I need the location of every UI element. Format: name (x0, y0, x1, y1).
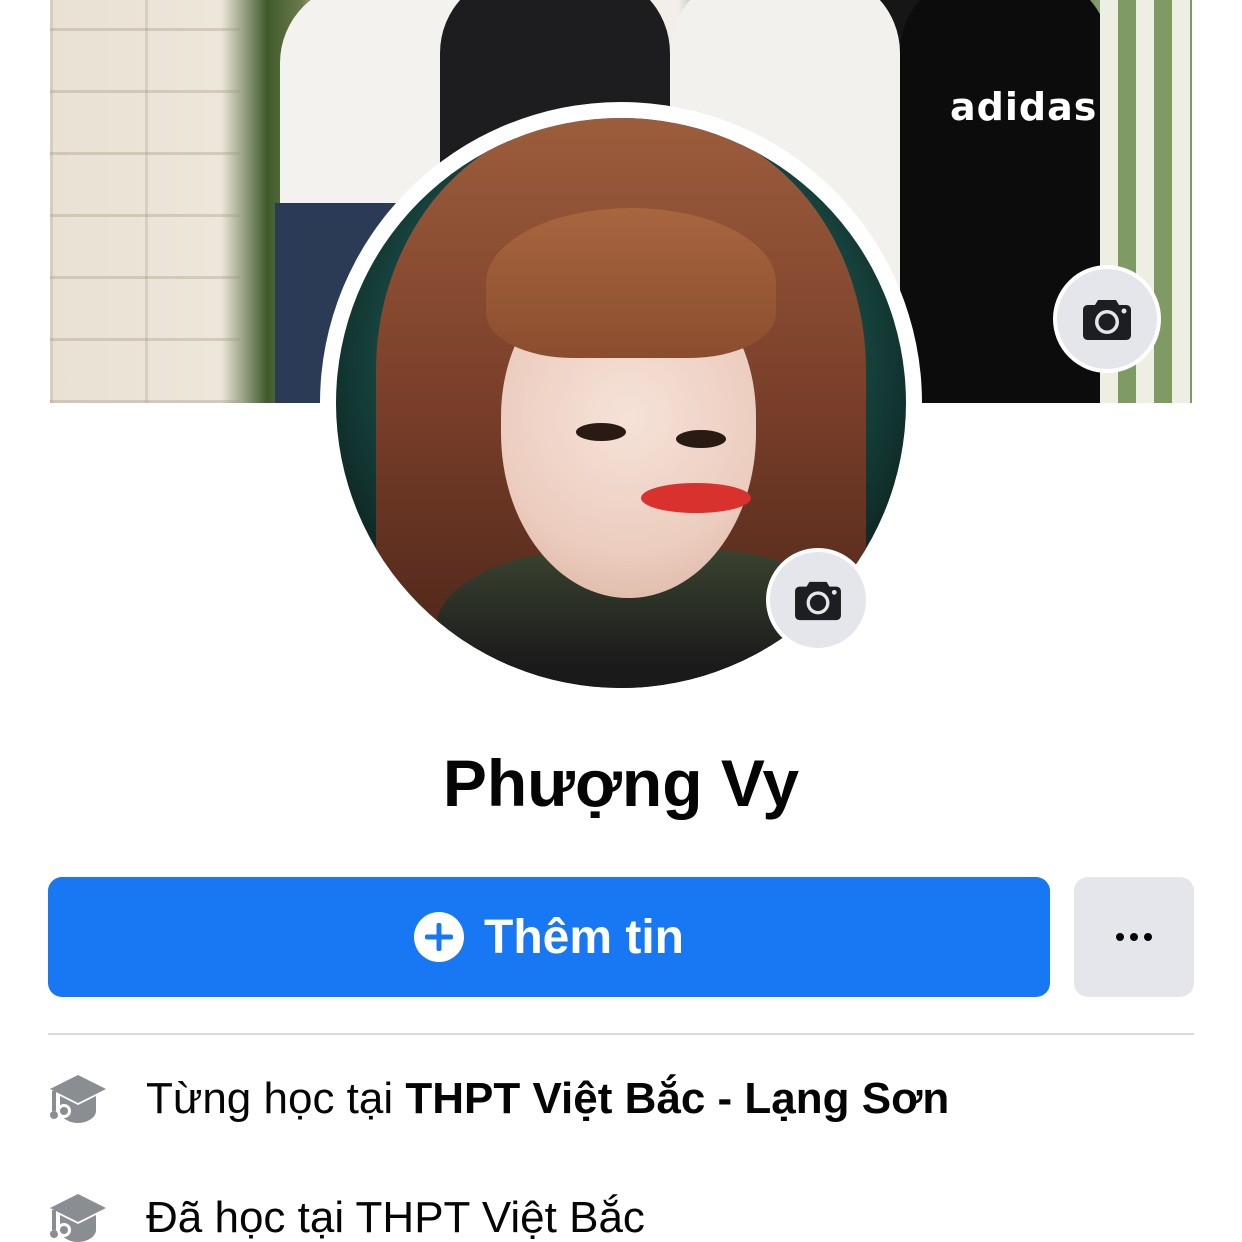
avatar-eye (576, 423, 626, 441)
plus-circle-icon (414, 912, 464, 962)
graduation-cap-icon (50, 1075, 106, 1123)
intro-item-education: Đã học tại THPT Việt Bắc (48, 1183, 1194, 1242)
edit-cover-photo-button[interactable] (1053, 265, 1161, 373)
intro-item-text: Đã học tại THPT Việt Bắc (146, 1193, 645, 1242)
more-icon-dot (1130, 933, 1138, 941)
avatar-bangs (486, 208, 776, 358)
more-icon-dot (1144, 933, 1152, 941)
cover-wall (50, 0, 240, 403)
cover-shirt-logo: adidas (950, 85, 1098, 129)
avatar-lips (641, 483, 751, 513)
intro-item-text: Từng học tại THPT Việt Bắc - Lạng Sơn (146, 1074, 950, 1123)
divider (48, 1033, 1194, 1035)
profile-page: adidas Phượng Vy Thêm tin Từng học tại T… (0, 0, 1242, 1242)
school-link[interactable]: THPT Việt Bắc - Lạng Sơn (405, 1074, 949, 1123)
more-options-button[interactable] (1074, 877, 1194, 997)
avatar-eye (676, 430, 726, 448)
edit-profile-picture-button[interactable] (766, 548, 870, 652)
camera-icon (1083, 300, 1131, 340)
intro-item-education: Từng học tại THPT Việt Bắc - Lạng Sơn (48, 1064, 1194, 1134)
more-icon-dot (1116, 933, 1124, 941)
camera-icon (795, 581, 841, 621)
profile-name: Phượng Vy (442, 746, 800, 820)
add-story-label: Thêm tin (484, 910, 684, 964)
graduation-cap-icon (50, 1194, 106, 1242)
add-story-button[interactable]: Thêm tin (48, 877, 1050, 997)
